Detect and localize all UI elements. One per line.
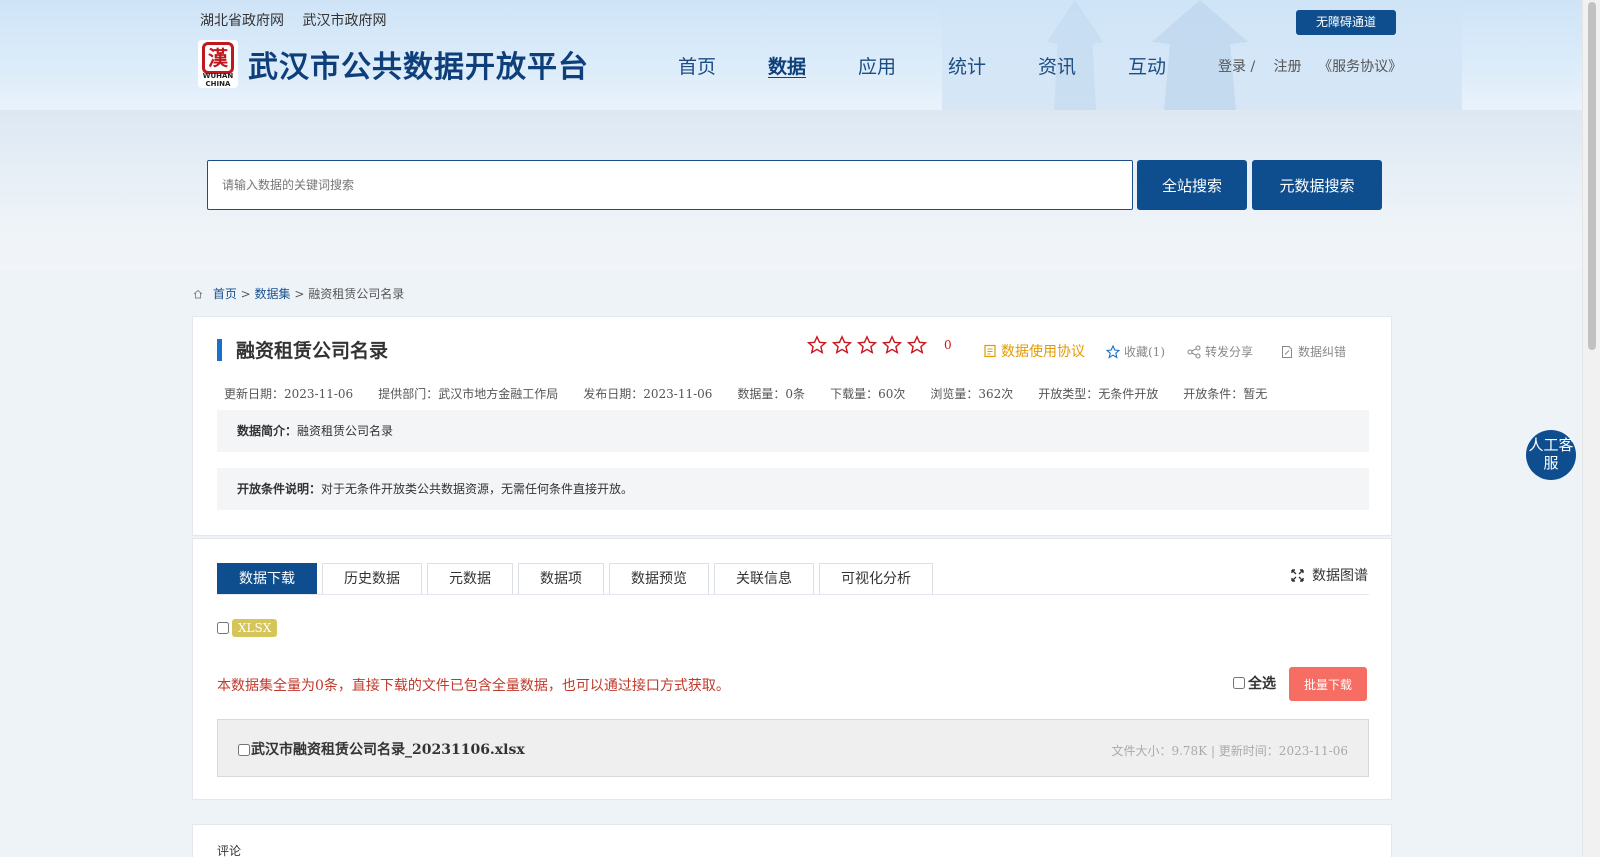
select-all-label: 全选 [1248,676,1276,692]
star-outline-icon[interactable] [807,335,827,355]
tabs-divider [217,594,1369,595]
correction-button[interactable]: 数据纠错 [1280,343,1346,360]
nav-data[interactable]: 数据 [768,52,858,79]
intro-box: 数据简介：融资租赁公司名录 [217,410,1369,452]
tab-data-items[interactable]: 数据项 [518,563,604,595]
breadcrumb-separator: > [290,287,309,301]
search-input[interactable] [207,160,1133,210]
download-card: 数据下载 历史数据 元数据 数据项 数据预览 关联信息 可视化分析 数据图谱 X… [192,538,1392,800]
rating-score: 0 [944,338,952,352]
gov-link-hubei[interactable]: 湖北省政府网 [200,13,284,29]
meta-department: 提供部门：武汉市地方金融工作局 [378,387,559,401]
tab-download[interactable]: 数据下载 [217,563,317,595]
select-all: 全选 [1233,673,1276,693]
register-link[interactable]: 注册 [1274,59,1302,75]
condition-text: 对于无条件开放类公共数据资源，无需任何条件直接开放。 [321,482,634,496]
meta-open-condition: 开放条件：暂无 [1183,387,1268,401]
dataset-title: 融资租赁公司名录 [236,340,389,362]
data-graph-link[interactable]: 数据图谱 [1291,565,1368,585]
intro-label: 数据简介： [237,424,298,438]
logo-subtitle: WUHAN CHINA [202,72,234,88]
dataset-detail-card: 融资租赁公司名录 0 数据使用协议 收藏(1) 转发分享 数据纠错 更新日期：2… [192,316,1392,536]
share-button[interactable]: 转发分享 [1187,343,1253,360]
tab-preview[interactable]: 数据预览 [609,563,709,595]
select-all-checkbox[interactable] [1233,677,1245,689]
title-accent-bar [217,339,222,361]
share-label: 转发分享 [1205,345,1254,359]
tab-related[interactable]: 关联信息 [714,563,814,595]
gov-link-wuhan[interactable]: 武汉市政府网 [302,13,386,29]
edit-document-icon [1282,345,1292,358]
user-links: 登录 / 注册 《服务协议》 [1218,56,1406,76]
meta-count: 数据量：0条 [737,387,806,401]
logo-title: 武汉市公共数据开放平台 [248,50,589,85]
tab-history[interactable]: 历史数据 [322,563,422,595]
star-outline-icon[interactable] [857,335,877,355]
comments-card: 评论 [192,824,1392,857]
main-nav: 首页 数据 应用 统计 资讯 互动 [678,52,1218,79]
star-favorite-icon [1106,344,1120,359]
barrier-free-button[interactable]: 无障碍通道 [1296,10,1396,35]
tab-visualization[interactable]: 可视化分析 [819,563,933,595]
site-logo[interactable]: 漢 WUHAN CHINA 武汉市公共数据开放平台 [198,40,589,88]
meta-views: 浏览量：362次 [930,387,1014,401]
expand-icon [1291,568,1304,582]
customer-service-button[interactable]: 人工客服 [1526,430,1576,480]
breadcrumb: 首页 > 数据集 > 融资租赁公司名录 [193,285,404,302]
breadcrumb-datasets[interactable]: 数据集 [255,287,291,301]
download-notice: 本数据集全量为0条，直接下载的文件已包含全量数据，也可以通过接口方式获取。 [217,678,730,694]
format-filter: XLSX [217,619,278,637]
format-badge: XLSX [232,619,278,637]
dataset-tabs: 数据下载 历史数据 元数据 数据项 数据预览 关联信息 可视化分析 [217,563,938,595]
share-icon [1187,345,1201,358]
file-name[interactable]: 武汉市融资租赁公司名录_20231106.xlsx [251,739,525,759]
intro-text: 融资租赁公司名录 [297,424,394,438]
star-outline-icon[interactable] [832,335,852,355]
login-link[interactable]: 登录 / [1218,59,1255,75]
nav-news[interactable]: 资讯 [1038,52,1128,79]
favorite-button[interactable]: 收藏(1) [1106,343,1165,360]
gov-links: 湖北省政府网 武汉市政府网 [200,10,400,30]
site-search-button[interactable]: 全站搜索 [1137,160,1247,210]
breadcrumb-home[interactable]: 首页 [213,287,237,301]
comments-label: 评论 [217,844,242,857]
rating-stars: 0 [807,335,952,355]
breadcrumb-current: 融资租赁公司名录 [308,287,405,301]
site-header: 湖北省政府网 武汉市政府网 漢 WUHAN CHINA 武汉市公共数据开放平台 … [0,0,1582,110]
tab-metadata[interactable]: 元数据 [427,563,513,595]
search-band: 全站搜索 元数据搜索 [0,110,1582,270]
file-row: 武汉市融资租赁公司名录_20231106.xlsx 文件大小：9.78K | 更… [217,719,1369,777]
nav-apps[interactable]: 应用 [858,52,948,79]
meta-updated: 更新日期：2023-11-06 [224,387,354,401]
metadata-search-button[interactable]: 元数据搜索 [1252,160,1382,210]
breadcrumb-separator: > [236,287,255,301]
batch-download-button[interactable]: 批量下载 [1289,667,1367,701]
open-condition-box: 开放条件说明：对于无条件开放类公共数据资源，无需任何条件直接开放。 [217,468,1369,510]
usage-agreement-label: 数据使用协议 [1001,344,1085,360]
page-scrollbar[interactable] [1582,0,1600,857]
condition-label: 开放条件说明： [237,482,322,496]
meta-published: 发布日期：2023-11-06 [583,387,713,401]
nav-interaction[interactable]: 互动 [1128,52,1218,79]
correction-label: 数据纠错 [1298,345,1347,359]
document-icon [984,344,996,358]
star-outline-icon[interactable] [882,335,902,355]
logo-seal: 漢 [202,42,234,74]
file-meta: 文件大小：9.78K | 更新时间：2023-11-06 [1111,744,1348,758]
file-checkbox[interactable] [238,744,250,756]
dataset-meta: 更新日期：2023-11-06 提供部门：武汉市地方金融工作局 发布日期：202… [224,385,1292,402]
nav-home[interactable]: 首页 [678,52,768,79]
usage-agreement-link[interactable]: 数据使用协议 [983,341,1085,361]
home-icon [193,289,203,299]
format-checkbox[interactable] [217,622,229,634]
scrollbar-thumb[interactable] [1588,2,1596,350]
star-outline-icon[interactable] [907,335,927,355]
data-graph-label: 数据图谱 [1312,568,1368,584]
logo-emblem: 漢 WUHAN CHINA [198,40,238,88]
service-agreement-link[interactable]: 《服务协议》 [1318,59,1402,75]
nav-statistics[interactable]: 统计 [948,52,1038,79]
favorite-label: 收藏(1) [1124,345,1165,359]
meta-open-type: 开放类型：无条件开放 [1038,387,1159,401]
meta-downloads: 下载量：60次 [830,387,906,401]
